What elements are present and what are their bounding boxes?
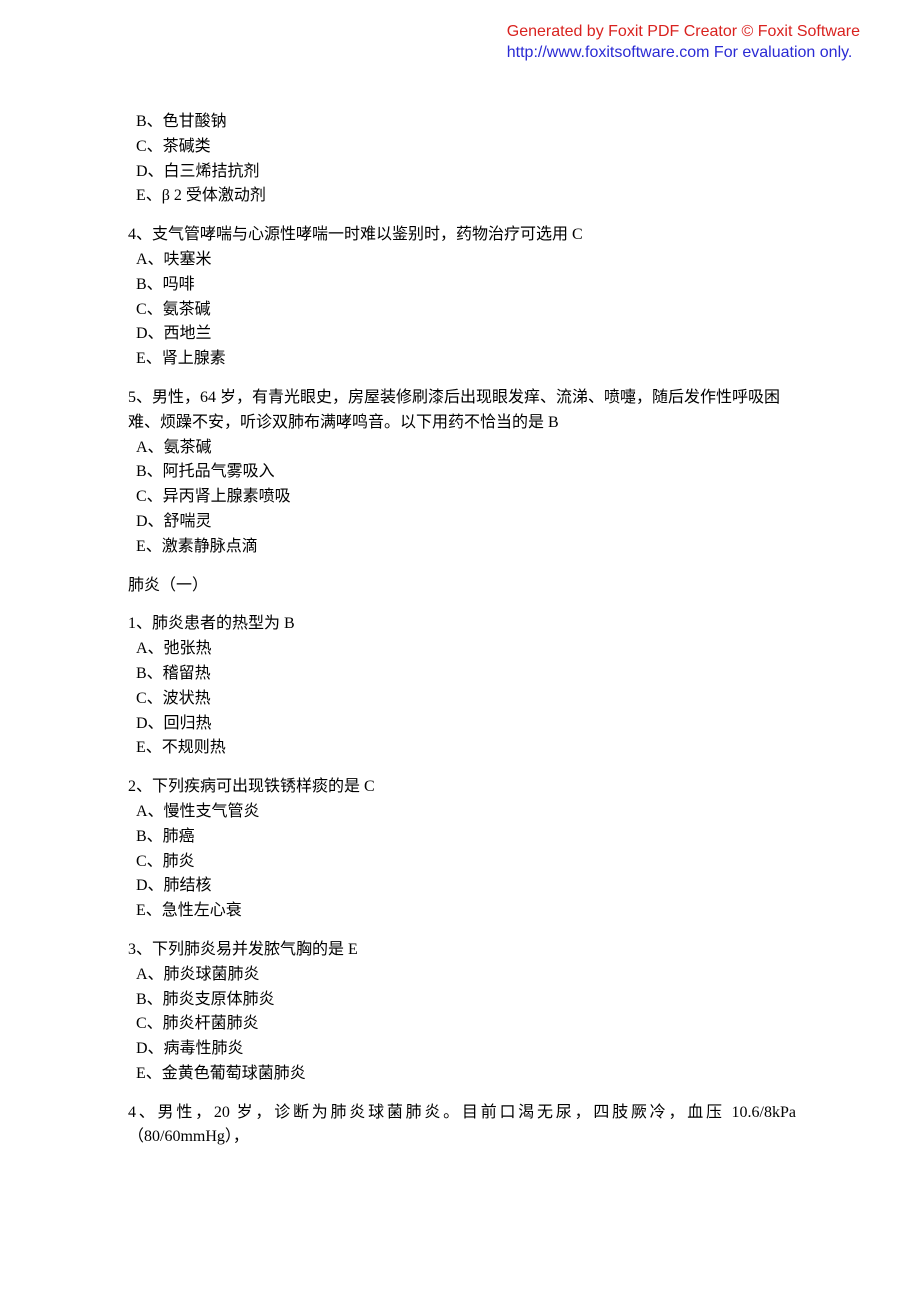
watermark-line1: Generated by Foxit PDF Creator © Foxit S… — [507, 22, 860, 43]
question-5a: 5、男性，64 岁，有青光眼史，房屋装修刷漆后出现眼发痒、流涕、喷嚏，随后发作性… — [128, 386, 796, 560]
question-text: 1、肺炎患者的热型为 B — [128, 612, 796, 637]
question-text: 2、下列疾病可出现铁锈样痰的是 C — [128, 775, 796, 800]
option-d: D、舒喘灵 — [128, 510, 796, 535]
option-c: C、肺炎杆菌肺炎 — [128, 1012, 796, 1037]
question-text: 3、下列肺炎易并发脓气胸的是 E — [128, 938, 796, 963]
question-text: 5、男性，64 岁，有青光眼史，房屋装修刷漆后出现眼发痒、流涕、喷嚏，随后发作性… — [128, 386, 796, 436]
option-e: E、肾上腺素 — [128, 347, 796, 372]
option-d: D、病毒性肺炎 — [128, 1037, 796, 1062]
option-c: C、异丙肾上腺素喷吸 — [128, 485, 796, 510]
option-d: D、西地兰 — [128, 322, 796, 347]
section-title: 肺炎（一） — [128, 574, 796, 599]
option-e: E、激素静脉点滴 — [128, 535, 796, 560]
option-e: E、β 2 受体激动剂 — [128, 184, 796, 209]
question-2b: 2、下列疾病可出现铁锈样痰的是 C A、慢性支气管炎 B、肺癌 C、肺炎 D、肺… — [128, 775, 796, 924]
question-1b: 1、肺炎患者的热型为 B A、弛张热 B、稽留热 C、波状热 D、回归热 E、不… — [128, 612, 796, 761]
option-d: D、肺结核 — [128, 874, 796, 899]
option-c: C、肺炎 — [128, 850, 796, 875]
option-e: E、金黄色葡萄球菌肺炎 — [128, 1062, 796, 1087]
option-b: B、稽留热 — [128, 662, 796, 687]
option-b: B、色甘酸钠 — [128, 110, 796, 135]
option-a: A、慢性支气管炎 — [128, 800, 796, 825]
document-content: B、色甘酸钠 C、茶碱类 D、白三烯拮抗剂 E、β 2 受体激动剂 4、支气管哮… — [128, 110, 796, 1150]
option-e: E、不规则热 — [128, 736, 796, 761]
option-b: B、吗啡 — [128, 273, 796, 298]
watermark-line2: http://www.foxitsoftware.com For evaluat… — [507, 43, 860, 64]
option-d: D、白三烯拮抗剂 — [128, 160, 796, 185]
question-4b: 4、男性，20 岁，诊断为肺炎球菌肺炎。目前口渴无尿，四肢厥冷，血压 10.6/… — [128, 1101, 796, 1151]
question-3b: 3、下列肺炎易并发脓气胸的是 E A、肺炎球菌肺炎 B、肺炎支原体肺炎 C、肺炎… — [128, 938, 796, 1087]
option-e: E、急性左心衰 — [128, 899, 796, 924]
question-text: 4、支气管哮喘与心源性哮喘一时难以鉴别时，药物治疗可选用 C — [128, 223, 796, 248]
option-a: A、氨茶碱 — [128, 436, 796, 461]
option-c: C、茶碱类 — [128, 135, 796, 160]
option-b: B、肺炎支原体肺炎 — [128, 988, 796, 1013]
leading-options: B、色甘酸钠 C、茶碱类 D、白三烯拮抗剂 E、β 2 受体激动剂 — [128, 110, 796, 209]
option-d: D、回归热 — [128, 712, 796, 737]
option-b: B、肺癌 — [128, 825, 796, 850]
option-c: C、波状热 — [128, 687, 796, 712]
option-a: A、肺炎球菌肺炎 — [128, 963, 796, 988]
foxit-watermark: Generated by Foxit PDF Creator © Foxit S… — [507, 22, 860, 64]
option-a: A、呋塞米 — [128, 248, 796, 273]
option-c: C、氨茶碱 — [128, 298, 796, 323]
option-a: A、弛张热 — [128, 637, 796, 662]
question-4a: 4、支气管哮喘与心源性哮喘一时难以鉴别时，药物治疗可选用 C A、呋塞米 B、吗… — [128, 223, 796, 372]
option-b: B、阿托品气雾吸入 — [128, 460, 796, 485]
